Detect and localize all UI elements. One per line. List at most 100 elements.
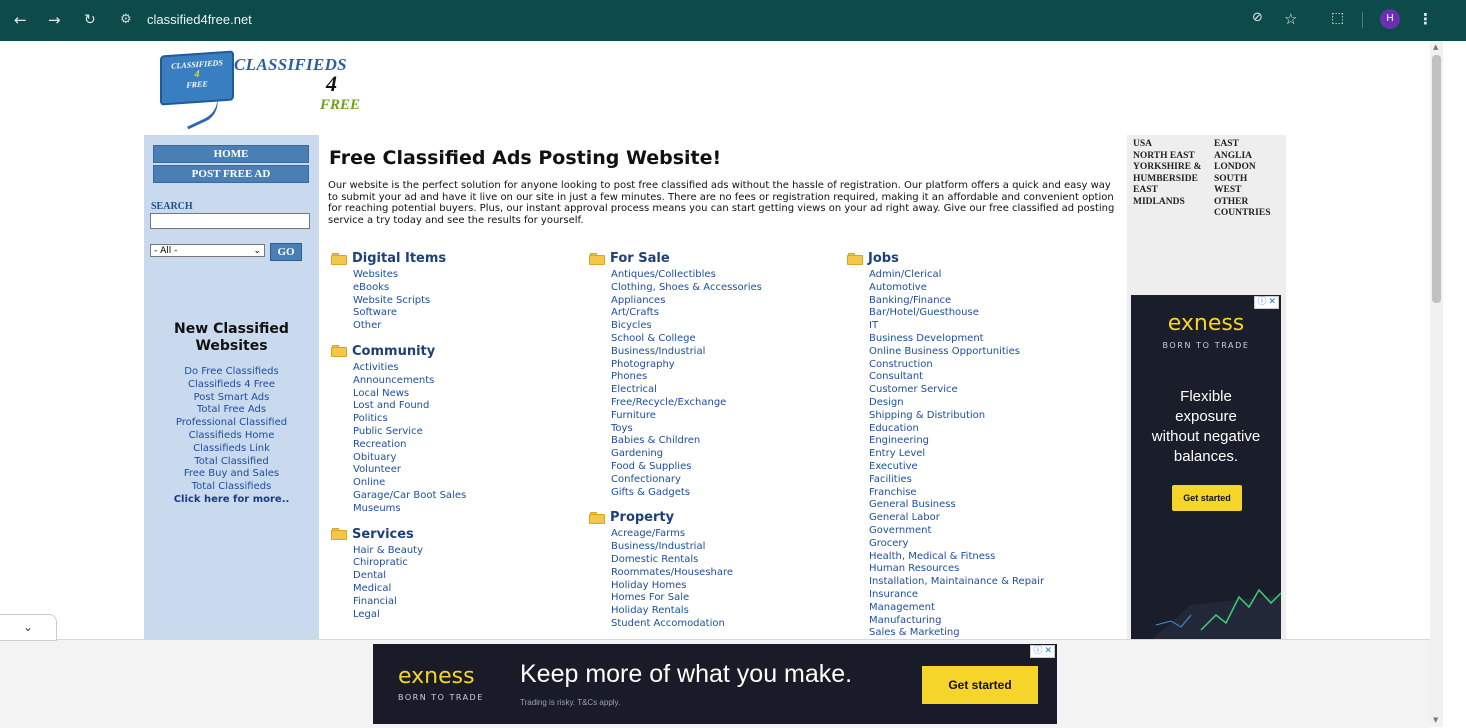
category-link[interactable]: Chiropratic <box>353 557 581 570</box>
category-link[interactable]: Free/Recycle/Exchange <box>611 397 839 410</box>
new-site-link[interactable]: Classifieds 4 Free <box>144 379 319 392</box>
category-link[interactable]: General Business <box>869 499 1117 512</box>
category-link[interactable]: Photography <box>611 359 839 372</box>
category-heading[interactable]: Community <box>331 342 581 362</box>
profile-avatar[interactable]: H <box>1380 9 1400 29</box>
category-link[interactable]: Websites <box>353 269 581 282</box>
category-link[interactable]: Education <box>869 423 1117 436</box>
category-link[interactable]: Medical <box>353 583 581 596</box>
category-link[interactable]: Bicycles <box>611 320 839 333</box>
ad-choices-icon[interactable]: ⓘ ✕ <box>1254 296 1279 309</box>
category-link[interactable]: Business/Industrial <box>611 346 839 359</box>
category-link[interactable]: Furniture <box>611 410 839 423</box>
region-link[interactable]: EAST <box>1133 185 1158 197</box>
category-link[interactable]: Homes For Sale <box>611 592 839 605</box>
category-link[interactable]: Shipping & Distribution <box>869 410 1117 423</box>
more-sites-link[interactable]: Click here for more.. <box>144 494 319 507</box>
category-link[interactable]: Public Service <box>353 426 581 439</box>
category-link[interactable]: Sales & Marketing <box>869 627 1117 639</box>
search-input[interactable] <box>150 213 310 229</box>
region-link[interactable]: EAST <box>1214 139 1239 151</box>
region-link[interactable]: WEST <box>1214 185 1241 197</box>
category-link[interactable]: Banking/Finance <box>869 295 1117 308</box>
category-link[interactable]: Insurance <box>869 589 1117 602</box>
region-link[interactable]: OTHER <box>1214 197 1248 209</box>
category-heading[interactable]: Jobs <box>847 249 1117 269</box>
category-link[interactable]: Engineering <box>869 435 1117 448</box>
new-site-link[interactable]: Total Classified <box>144 456 319 469</box>
back-arrow-icon[interactable]: ← <box>14 11 27 29</box>
address-bar[interactable]: classified4free.net <box>147 12 252 27</box>
category-link[interactable]: Design <box>869 397 1117 410</box>
forward-arrow-icon[interactable]: → <box>48 11 61 29</box>
category-heading[interactable]: For Sale <box>589 249 839 269</box>
category-link[interactable]: Human Resources <box>869 563 1117 576</box>
category-link[interactable]: Roommates/Houseshare <box>611 567 839 580</box>
category-link[interactable]: Construction <box>869 359 1117 372</box>
category-link[interactable]: Gardening <box>611 448 839 461</box>
region-link[interactable]: ANGLIA <box>1214 151 1252 163</box>
home-button[interactable]: HOME <box>153 145 309 163</box>
category-link[interactable]: Business Development <box>869 333 1117 346</box>
site-logo[interactable]: CLASSIFIEDS 4 FREE CLASSIFIEDS 4 FREE <box>160 50 400 130</box>
category-link[interactable]: Installation, Maintainance & Repair <box>869 576 1117 589</box>
category-select[interactable]: - All - ⌄ <box>150 244 265 257</box>
category-link[interactable]: School & College <box>611 333 839 346</box>
category-link[interactable]: Website Scripts <box>353 295 581 308</box>
category-link[interactable]: Admin/Clerical <box>869 269 1117 282</box>
new-site-link[interactable]: Do Free Classifieds <box>144 366 319 379</box>
post-free-ad-button[interactable]: POST FREE AD <box>153 165 309 183</box>
category-link[interactable]: Customer Service <box>869 384 1117 397</box>
new-site-link[interactable]: Classifieds Link <box>144 443 319 456</box>
category-link[interactable]: Clothing, Shoes & Accessories <box>611 282 839 295</box>
category-link[interactable]: Recreation <box>353 439 581 452</box>
category-link[interactable]: Legal <box>353 609 581 622</box>
category-link[interactable]: Entry Level <box>869 448 1117 461</box>
category-link[interactable]: Executive <box>869 461 1117 474</box>
new-site-link[interactable]: Total Classifieds <box>144 481 319 494</box>
category-link[interactable]: Other <box>353 320 581 333</box>
ad-choices-icon[interactable]: ⓘ ✕ <box>1030 645 1055 658</box>
page-scrollbar[interactable]: ▲ ▼ <box>1430 41 1443 727</box>
scrollbar-thumb[interactable] <box>1432 55 1441 303</box>
category-link[interactable]: Consultant <box>869 371 1117 384</box>
category-link[interactable]: Business/Industrial <box>611 541 839 554</box>
new-site-link[interactable]: Classifieds Home <box>144 430 319 443</box>
category-link[interactable]: Government <box>869 525 1117 538</box>
category-link[interactable]: IT <box>869 320 1117 333</box>
category-link[interactable]: Holiday Rentals <box>611 605 839 618</box>
category-link[interactable]: Online Business Opportunities <box>869 346 1117 359</box>
ad-get-started-button[interactable]: Get started <box>1172 485 1242 511</box>
category-link[interactable]: Bar/Hotel/Guesthouse <box>869 307 1117 320</box>
region-link[interactable]: HUMBERSIDE <box>1133 174 1198 186</box>
category-link[interactable]: Online <box>353 477 581 490</box>
category-link[interactable]: Financial <box>353 596 581 609</box>
category-link[interactable]: Appliances <box>611 295 839 308</box>
category-link[interactable]: eBooks <box>353 282 581 295</box>
category-link[interactable]: Obituary <box>353 452 581 465</box>
ad-get-started-button[interactable]: Get started <box>922 666 1038 704</box>
category-heading[interactable]: Digital Items <box>331 249 581 269</box>
region-link[interactable]: YORKSHIRE & <box>1133 162 1201 174</box>
category-link[interactable]: Local News <box>353 388 581 401</box>
eye-slash-icon[interactable]: ⊘ <box>1252 10 1263 25</box>
collapse-ad-chevron-icon[interactable]: ⌄ <box>0 614 57 641</box>
region-link[interactable]: COUNTRIES <box>1214 208 1271 220</box>
category-link[interactable]: Confectionary <box>611 474 839 487</box>
sidebar-advert[interactable]: ⓘ ✕ exness BORN TO TRADE Flexible exposur… <box>1131 295 1281 639</box>
category-link[interactable]: Phones <box>611 371 839 384</box>
category-link[interactable]: Domestic Rentals <box>611 554 839 567</box>
category-link[interactable]: Hair & Beauty <box>353 545 581 558</box>
region-link[interactable]: LONDON <box>1214 162 1256 174</box>
extensions-icon[interactable]: ⬚ <box>1331 10 1344 26</box>
new-site-link[interactable]: Professional Classified <box>144 417 319 430</box>
category-link[interactable]: Announcements <box>353 375 581 388</box>
category-link[interactable]: Franchise <box>869 487 1117 500</box>
category-link[interactable]: Automotive <box>869 282 1117 295</box>
new-site-link[interactable]: Post Smart Ads <box>144 392 319 405</box>
category-link[interactable]: Food & Supplies <box>611 461 839 474</box>
category-link[interactable]: Software <box>353 307 581 320</box>
category-link[interactable]: Volunteer <box>353 464 581 477</box>
new-site-link[interactable]: Free Buy and Sales <box>144 468 319 481</box>
region-link[interactable]: MIDLANDS <box>1133 197 1185 209</box>
